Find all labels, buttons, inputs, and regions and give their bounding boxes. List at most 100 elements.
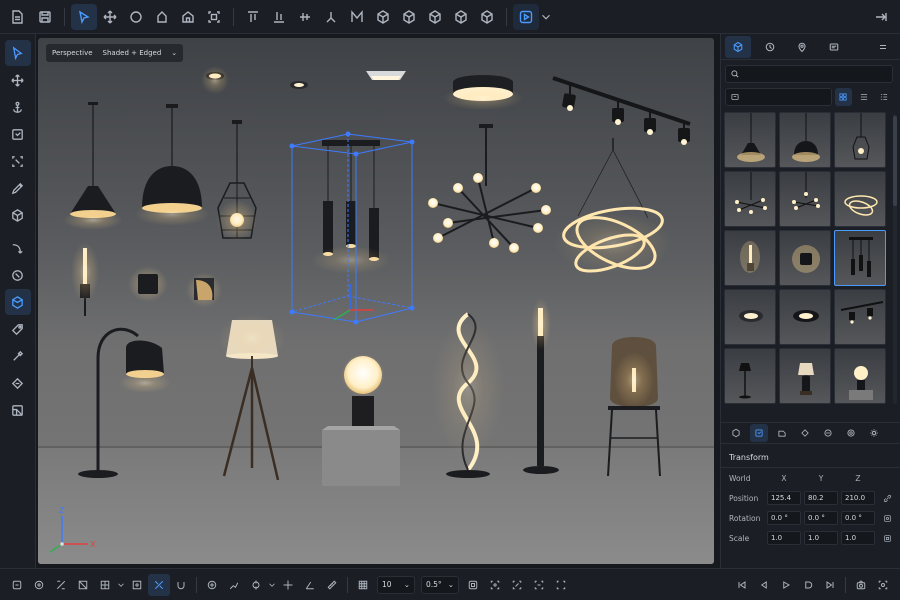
position-y-field[interactable]: 80.2: [804, 491, 838, 505]
shading-mode-label[interactable]: Shaded + Edged: [103, 49, 162, 57]
floor-lamp-spiral[interactable]: [432, 312, 504, 478]
scale-z-field[interactable]: 1.0: [841, 531, 875, 545]
angle-snap-select[interactable]: 0.5° ⌄: [421, 575, 459, 594]
floor-lamp-lantern[interactable]: [607, 337, 661, 477]
thumbnail-ceiling-flush[interactable]: [779, 289, 831, 345]
pendant-cage[interactable]: [217, 120, 257, 240]
rotate-tool-icon[interactable]: [123, 4, 149, 30]
cube-textured-icon[interactable]: [474, 4, 500, 30]
view-toggle-icon[interactable]: [528, 574, 550, 596]
frame-selected-icon[interactable]: [484, 574, 506, 596]
chandelier-rings[interactable]: [553, 138, 673, 279]
space-label[interactable]: World: [721, 474, 767, 483]
step-back-icon[interactable]: [753, 574, 775, 596]
material-icon[interactable]: [5, 370, 31, 396]
grid-size-select[interactable]: 10 ⌄: [377, 575, 415, 594]
snap-active-icon[interactable]: [148, 573, 170, 596]
play-icon[interactable]: [513, 3, 539, 30]
collapse-panel-icon[interactable]: [868, 4, 894, 30]
anchor-icon[interactable]: [5, 94, 31, 120]
asset-grid-scrollbar[interactable]: [893, 114, 897, 404]
list-view-icon[interactable]: [855, 88, 872, 106]
grid-toggle-icon[interactable]: [352, 574, 374, 596]
add-point-icon[interactable]: [201, 574, 223, 596]
thumbnail-pendant-cone[interactable]: [724, 112, 776, 168]
modifier-props-icon[interactable]: [773, 424, 791, 442]
floor-lamp-arc[interactable]: [78, 327, 171, 478]
curve-icon[interactable]: [5, 235, 31, 261]
new-file-icon[interactable]: [4, 4, 30, 30]
box-icon[interactable]: [5, 202, 31, 228]
axis-gizmo[interactable]: Z X: [42, 500, 102, 560]
thumbnail-pendant-dome[interactable]: [779, 112, 831, 168]
scale-y-field[interactable]: 1.0: [804, 531, 838, 545]
position-z-field[interactable]: 210.0: [841, 491, 875, 505]
isolate-icon[interactable]: [506, 574, 528, 596]
cube-solid-icon[interactable]: [448, 4, 474, 30]
align-top-icon[interactable]: [240, 4, 266, 30]
thumbnail-chandelier-sputnik-small[interactable]: [779, 171, 831, 227]
media-tab-icon[interactable]: [821, 36, 847, 58]
rotation-z-field[interactable]: 0.0 °: [841, 511, 875, 525]
asset-filter-dropdown[interactable]: [725, 88, 832, 106]
viewport-mode-selector[interactable]: Perspective Shaded + Edged ⌄: [46, 44, 184, 62]
floor-lamp-tube[interactable]: [523, 298, 559, 474]
cube-outline-icon[interactable]: [396, 4, 422, 30]
snap-face-icon[interactable]: [72, 574, 94, 596]
lock-scale-icon[interactable]: [880, 531, 894, 545]
align-bottom-icon[interactable]: [266, 4, 292, 30]
thumbnail-globe-lamp[interactable]: [834, 348, 886, 404]
grid-view-icon[interactable]: [834, 88, 853, 106]
axis-tool-icon[interactable]: [318, 4, 344, 30]
3d-viewport[interactable]: Perspective Shaded + Edged ⌄ Z X: [38, 38, 714, 564]
select-tool-icon[interactable]: [71, 3, 97, 30]
snap-grid-icon[interactable]: [6, 574, 28, 596]
move-icon[interactable]: [5, 67, 31, 93]
skip-start-icon[interactable]: [731, 574, 753, 596]
thumbnail-wall-sconce-cylinder[interactable]: [779, 230, 831, 286]
frame-tool-icon[interactable]: [201, 4, 227, 30]
camera-view-icon[interactable]: [550, 574, 572, 596]
floor-lamp-tripod[interactable]: [218, 314, 286, 481]
snap-edge-icon[interactable]: [50, 574, 72, 596]
grid-icon[interactable]: [94, 574, 116, 596]
rotation-x-field[interactable]: 0.0 °: [767, 511, 801, 525]
position-x-field[interactable]: 125.4: [767, 491, 801, 505]
brush-icon[interactable]: [5, 343, 31, 369]
rotation-y-field[interactable]: 0.0 °: [804, 511, 838, 525]
asset-search-field[interactable]: [725, 65, 893, 83]
location-tab-icon[interactable]: [789, 36, 815, 58]
snap-circle-icon[interactable]: [28, 574, 50, 596]
scale-icon[interactable]: [5, 148, 31, 174]
mirror-tool-icon[interactable]: [344, 4, 370, 30]
chandelier-sputnik[interactable]: [428, 124, 551, 253]
snapshot-icon[interactable]: [872, 574, 894, 596]
thumbnail-track-light[interactable]: [834, 289, 886, 345]
path-icon[interactable]: [223, 574, 245, 596]
play-animation-icon[interactable]: [775, 574, 797, 596]
physics-props-icon[interactable]: [796, 424, 814, 442]
pencil-icon[interactable]: [5, 175, 31, 201]
projection-mode-label[interactable]: Perspective: [52, 49, 93, 57]
thumbnail-wall-sconce-tube[interactable]: [724, 230, 776, 286]
align-view-icon[interactable]: [462, 574, 484, 596]
play-options-chevron-icon[interactable]: [539, 4, 553, 30]
skip-end-icon[interactable]: [819, 574, 841, 596]
assets-tab-icon[interactable]: [725, 35, 751, 58]
track-light[interactable]: [552, 76, 691, 145]
crosshair-icon[interactable]: [277, 574, 299, 596]
asset-search-input[interactable]: [746, 69, 886, 79]
record-icon[interactable]: [797, 574, 819, 596]
panel-menu-icon[interactable]: [870, 36, 896, 58]
ceiling-downlight[interactable]: [201, 66, 229, 94]
globe-table-lamp[interactable]: [322, 353, 400, 486]
orbit-icon[interactable]: [5, 262, 31, 288]
pendant-cone[interactable]: [63, 102, 123, 230]
pendant-dome[interactable]: [134, 104, 210, 226]
pivot-options-chevron-icon[interactable]: [267, 574, 277, 596]
ceiling-square-light[interactable]: [366, 71, 406, 80]
history-tab-icon[interactable]: [757, 36, 783, 58]
thumbnail-chandelier-rings[interactable]: [834, 171, 886, 227]
light-props-icon[interactable]: [865, 424, 883, 442]
select-arrow-icon[interactable]: [4, 40, 31, 66]
